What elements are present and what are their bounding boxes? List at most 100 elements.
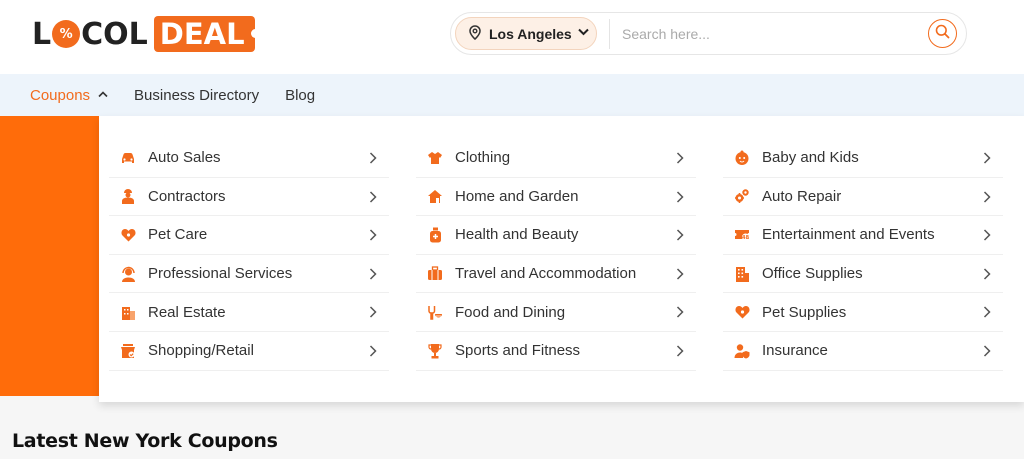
dropdown-item[interactable]: Office Supplies: [723, 255, 1003, 294]
dropdown-item-label: Entertainment and Events: [762, 226, 935, 244]
hero-banner: [0, 116, 99, 396]
chevron-up-icon: [98, 90, 108, 101]
logo-text-l: L: [32, 16, 52, 52]
car-icon: [119, 149, 137, 167]
dropdown-item[interactable]: Shopping/Retail: [109, 332, 389, 371]
search-divider: [609, 18, 610, 49]
dropdown-item[interactable]: Insurance: [723, 332, 1003, 371]
home-icon: [426, 187, 444, 205]
dropdown-item-label: Shopping/Retail: [148, 342, 254, 360]
chevron-right-icon: [983, 190, 991, 208]
main-nav: Coupons Business Directory Blog: [0, 74, 1024, 116]
chevron-right-icon: [369, 344, 377, 362]
chevron-right-icon: [369, 305, 377, 323]
dropdown-item-label: Clothing: [455, 149, 511, 167]
nav-item-blog[interactable]: Blog: [285, 87, 315, 104]
nav-item-coupons[interactable]: Coupons: [30, 87, 108, 104]
search-icon: [935, 24, 950, 44]
office-building-icon: [733, 265, 751, 283]
ticket-icon: 48: [733, 226, 751, 244]
chevron-right-icon: [983, 151, 991, 169]
dropdown-item[interactable]: Baby and Kids: [723, 139, 1003, 178]
dropdown-item-label: Health and Beauty: [455, 226, 579, 244]
section-title: Latest New York Coupons: [12, 430, 278, 452]
header: L % COL DEAL Los Angeles: [0, 0, 1024, 74]
luggage-icon: [426, 265, 444, 283]
dropdown-item[interactable]: Professional Services: [109, 255, 389, 294]
baby-icon: [733, 149, 751, 167]
chevron-right-icon: [983, 228, 991, 246]
dropdown-item[interactable]: Health and Beauty: [416, 216, 696, 255]
dropdown-item-label: Insurance: [762, 342, 828, 360]
chevron-right-icon: [369, 267, 377, 285]
location-label: Los Angeles: [489, 25, 572, 42]
dropdown-item-label: Pet Care: [148, 226, 208, 244]
shop-icon: [119, 342, 137, 360]
logo-text-col: COL: [81, 16, 148, 52]
dropdown-item-label: Real Estate: [148, 303, 226, 321]
clothing-icon: [426, 149, 444, 167]
dropdown-item[interactable]: Home and Garden: [416, 178, 696, 217]
dropdown-column: Clothing Home and Garden Health and Beauty…: [416, 139, 696, 371]
dropdown-item-label: Travel and Accommodation: [455, 265, 637, 283]
logo-text-deal: DEAL: [153, 16, 260, 52]
nav-item-business-directory[interactable]: Business Directory: [134, 87, 259, 104]
dropdown-item[interactable]: Pet Supplies: [723, 293, 1003, 332]
dropdown-item-label: Contractors: [148, 187, 226, 205]
dropdown-item-label: Food and Dining: [455, 303, 566, 321]
chevron-right-icon: [983, 305, 991, 323]
dropdown-item[interactable]: Sports and Fitness: [416, 332, 696, 371]
dropdown-item-label: Home and Garden: [455, 187, 579, 205]
dropdown-item-label: Baby and Kids: [762, 149, 859, 167]
search-bar: Los Angeles: [450, 12, 967, 55]
dropdown-item[interactable]: Clothing: [416, 139, 696, 178]
pet-heart-icon: [733, 303, 751, 321]
dropdown-column: Baby and Kids Auto Repair 48 Entertainment …: [723, 139, 1003, 371]
dropdown-item[interactable]: Travel and Accommodation: [416, 255, 696, 294]
building-icon: [119, 303, 137, 321]
site-logo[interactable]: L % COL DEAL: [32, 14, 260, 54]
trophy-icon: [426, 342, 444, 360]
search-input[interactable]: [622, 25, 922, 42]
dropdown-item[interactable]: Food and Dining: [416, 293, 696, 332]
nav-item-label: Coupons: [30, 86, 91, 104]
location-pin-icon: [469, 24, 481, 43]
dropdown-column: Auto Sales Contractors Pet Care Professiona…: [109, 139, 389, 371]
chevron-down-icon: [578, 28, 589, 39]
chevron-right-icon: [983, 344, 991, 362]
chevron-right-icon: [983, 267, 991, 285]
dropdown-item-label: Office Supplies: [762, 265, 863, 283]
dropdown-item[interactable]: Pet Care: [109, 216, 389, 255]
chevron-right-icon: [676, 151, 684, 169]
chevron-right-icon: [676, 190, 684, 208]
chevron-right-icon: [676, 344, 684, 362]
dropdown-item[interactable]: Contractors: [109, 178, 389, 217]
insurance-user-icon: [733, 342, 751, 360]
location-selector[interactable]: Los Angeles: [455, 17, 597, 50]
chevron-right-icon: [676, 228, 684, 246]
chevron-right-icon: [369, 190, 377, 208]
chevron-right-icon: [676, 267, 684, 285]
dropdown-item-label: Auto Sales: [148, 149, 221, 167]
search-button[interactable]: [928, 19, 957, 48]
worker-icon: [119, 187, 137, 205]
chevron-right-icon: [369, 228, 377, 246]
dropdown-item[interactable]: Real Estate: [109, 293, 389, 332]
dropdown-item-label: Auto Repair: [762, 187, 842, 205]
dropdown-item-label: Sports and Fitness: [455, 342, 581, 360]
dining-icon: [426, 303, 444, 321]
logo-percent-badge: %: [52, 20, 81, 48]
support-agent-icon: [119, 265, 137, 283]
dropdown-item[interactable]: Auto Repair: [723, 178, 1003, 217]
svg-text:48: 48: [742, 235, 749, 241]
chevron-right-icon: [369, 151, 377, 169]
coupons-dropdown-menu: Auto Sales Contractors Pet Care Professiona…: [99, 116, 1024, 402]
dropdown-item[interactable]: 48 Entertainment and Events: [723, 216, 1003, 255]
gears-icon: [733, 187, 751, 205]
dropdown-item-label: Pet Supplies: [762, 303, 847, 321]
beauty-bottle-icon: [426, 226, 444, 244]
chevron-right-icon: [676, 305, 684, 323]
dropdown-item[interactable]: Auto Sales: [109, 139, 389, 178]
pet-heart-icon: [119, 226, 137, 244]
dropdown-item-label: Professional Services: [148, 265, 293, 283]
